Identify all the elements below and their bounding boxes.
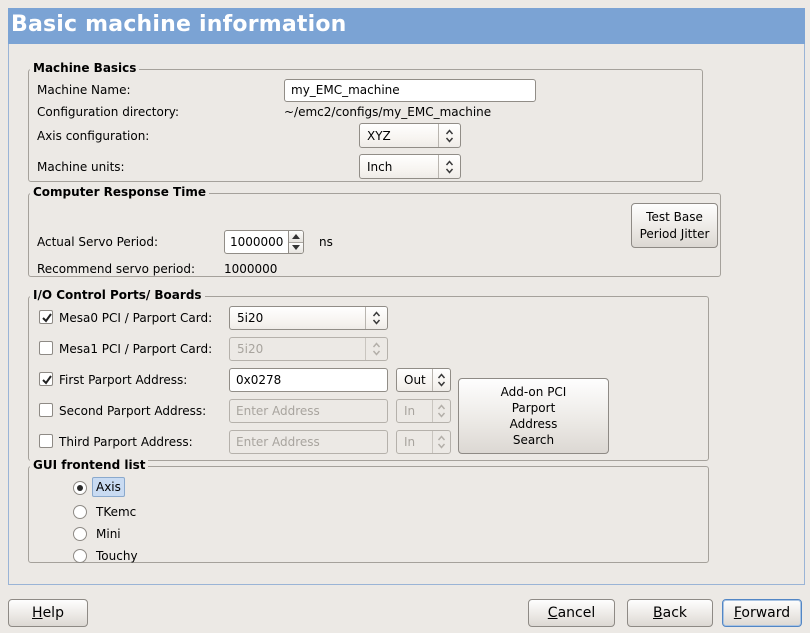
axis-config-select[interactable]: XYZ: [359, 123, 461, 148]
machine-basics-legend: Machine Basics: [30, 61, 139, 75]
chevron-up-down-icon: [438, 124, 460, 147]
machine-units-select[interactable]: Inch: [359, 154, 461, 179]
axis-config-value: XYZ: [360, 129, 438, 143]
response-time-frame: Computer Response Time Test Base Period …: [28, 193, 721, 277]
config-dir-value: ~/emc2/configs/my_EMC_machine: [284, 104, 491, 120]
radio-tkemc[interactable]: [73, 505, 87, 519]
third-parport-direction-value: In: [397, 435, 432, 449]
test-base-period-jitter-button[interactable]: Test Base Period Jitter: [631, 203, 718, 248]
title-banner: Basic machine information: [8, 8, 805, 44]
mesa0-card-select[interactable]: 5i20: [229, 306, 388, 330]
chevron-up-down-icon: [438, 155, 460, 178]
chevron-up-down-icon: [365, 307, 387, 329]
gui-frontend-frame: GUI frontend list Axis TKemc Mini Touchy: [28, 466, 709, 563]
second-parport-direction-value: In: [397, 404, 432, 418]
third-parport-input[interactable]: Enter Address: [229, 430, 388, 454]
recommend-period-value: 1000000: [224, 261, 277, 277]
servo-period-spinner[interactable]: 1000000: [224, 230, 304, 254]
back-button[interactable]: Back: [627, 599, 713, 627]
servo-period-unit: ns: [319, 234, 333, 250]
spin-down-icon[interactable]: [289, 243, 303, 254]
spin-up-icon[interactable]: [289, 231, 303, 243]
response-time-legend: Computer Response Time: [30, 185, 209, 199]
second-parport-direction-select[interactable]: In: [396, 399, 451, 423]
machine-basics-frame: Machine Basics Machine Name: my_EMC_mach…: [28, 69, 703, 182]
mesa0-label: Mesa0 PCI / Parport Card:: [59, 310, 212, 326]
radio-dot-icon: [77, 485, 83, 491]
forward-button[interactable]: Forward: [722, 599, 802, 627]
first-parport-label: First Parport Address:: [59, 372, 187, 388]
mesa1-card-select[interactable]: 5i20: [229, 337, 388, 361]
config-dir-label: Configuration directory:: [37, 104, 179, 120]
axis-config-label: Axis configuration:: [37, 128, 149, 144]
machine-name-input[interactable]: my_EMC_machine: [284, 79, 536, 102]
mesa1-checkbox[interactable]: [39, 341, 53, 355]
radio-mini-label[interactable]: Mini: [96, 526, 121, 542]
second-parport-checkbox[interactable]: [39, 403, 53, 417]
machine-name-label: Machine Name:: [37, 82, 131, 98]
servo-period-value: 1000000: [225, 231, 288, 253]
second-parport-input[interactable]: Enter Address: [229, 399, 388, 423]
machine-units-label: Machine units:: [37, 159, 125, 175]
mesa1-card-value: 5i20: [230, 342, 365, 356]
dialog-window: Basic machine information Machine Basics…: [8, 8, 805, 585]
gui-frontend-legend: GUI frontend list: [30, 458, 148, 472]
io-ports-frame: I/O Control Ports/ Boards Mesa0 PCI / Pa…: [28, 296, 709, 461]
radio-mini[interactable]: [73, 527, 87, 541]
addon-pci-search-button[interactable]: Add-on PCI Parport Address Search: [458, 378, 609, 454]
chevron-up-down-icon: [365, 338, 387, 360]
radio-tkemc-label[interactable]: TKemc: [96, 504, 136, 520]
first-parport-direction-select[interactable]: Out: [396, 368, 451, 392]
third-parport-label: Third Parport Address:: [59, 434, 193, 450]
help-button[interactable]: Help: [8, 599, 88, 627]
chevron-up-down-icon: [432, 400, 450, 422]
third-parport-checkbox[interactable]: [39, 434, 53, 448]
radio-axis[interactable]: [73, 481, 87, 495]
mesa1-label: Mesa1 PCI / Parport Card:: [59, 341, 212, 357]
first-parport-direction-value: Out: [397, 373, 432, 387]
mesa0-card-value: 5i20: [230, 311, 365, 325]
machine-units-value: Inch: [360, 160, 438, 174]
chevron-up-down-icon: [432, 431, 450, 453]
chevron-up-down-icon: [432, 369, 450, 391]
first-parport-input[interactable]: 0x0278: [229, 368, 388, 392]
mesa0-checkbox[interactable]: [39, 310, 53, 324]
third-parport-direction-select[interactable]: In: [396, 430, 451, 454]
radio-axis-label[interactable]: Axis: [93, 478, 124, 496]
first-parport-checkbox[interactable]: [39, 372, 53, 386]
page-title: Basic machine information: [11, 8, 347, 41]
radio-touchy[interactable]: [73, 549, 87, 563]
io-ports-legend: I/O Control Ports/ Boards: [30, 288, 205, 302]
cancel-button[interactable]: Cancel: [528, 599, 615, 627]
radio-touchy-label[interactable]: Touchy: [96, 548, 138, 564]
servo-period-label: Actual Servo Period:: [37, 234, 158, 250]
checkmark-icon: [40, 311, 54, 325]
second-parport-label: Second Parport Address:: [59, 403, 206, 419]
recommend-period-label: Recommend servo period:: [37, 261, 195, 277]
checkmark-icon: [40, 373, 54, 387]
